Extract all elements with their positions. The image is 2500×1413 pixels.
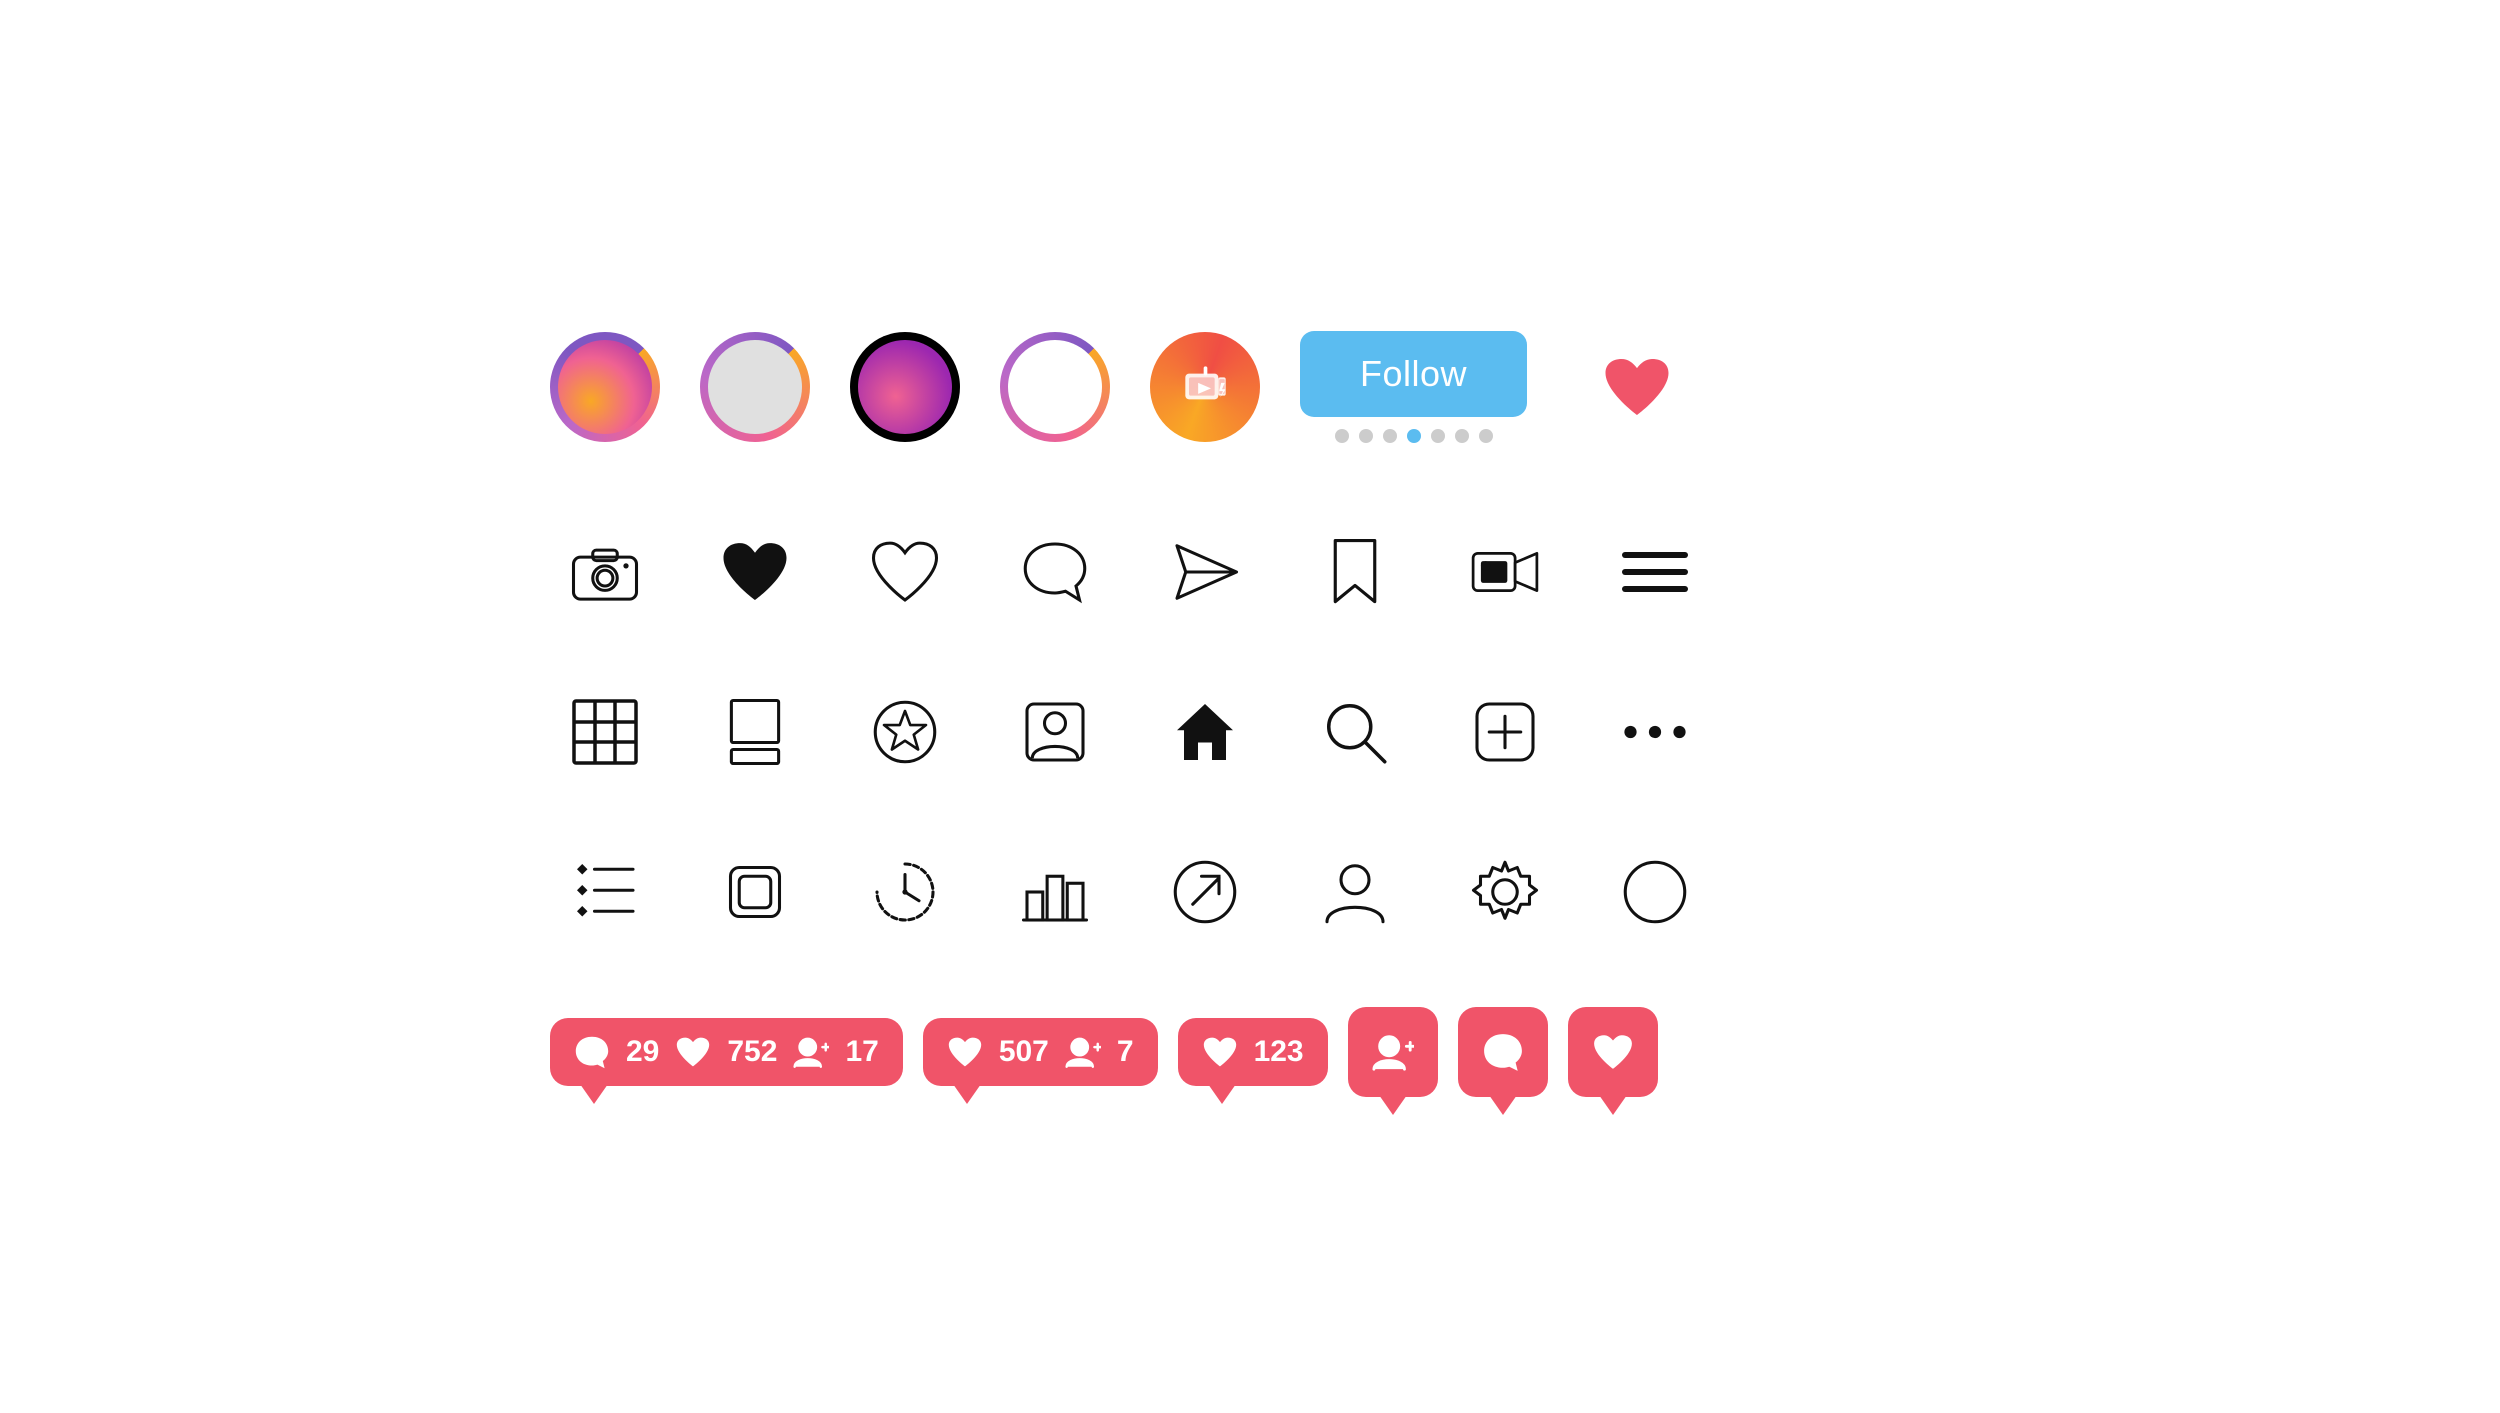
profile-icon[interactable] xyxy=(1000,677,1110,787)
like-badge-icon xyxy=(675,1034,711,1070)
story-circle-2[interactable] xyxy=(700,332,810,442)
dot-2[interactable] xyxy=(1359,429,1373,443)
follow-badge-icon-2 xyxy=(1065,1034,1101,1070)
notif-single-comment[interactable] xyxy=(1458,1007,1548,1097)
heart-outline-icon[interactable] xyxy=(850,517,960,627)
chart-icon[interactable] xyxy=(1000,837,1110,947)
external-link-icon[interactable] xyxy=(1150,837,1260,947)
like-count-1: 752 xyxy=(727,1035,777,1069)
notif-single-follow[interactable] xyxy=(1348,1007,1438,1097)
icon-row-4 xyxy=(550,827,1950,957)
send-icon[interactable] xyxy=(1150,517,1260,627)
like-count-3: 123 xyxy=(1254,1035,1304,1069)
screen-record-icon[interactable] xyxy=(700,837,810,947)
follow-count-1: 17 xyxy=(845,1035,878,1069)
igtv-icon[interactable] xyxy=(1150,332,1260,442)
star-circle-icon[interactable] xyxy=(850,677,960,787)
pagination-dots xyxy=(1335,429,1493,443)
video-camera-icon[interactable] xyxy=(1450,517,1560,627)
icon-row-3 xyxy=(550,667,1950,797)
notif-badge-combined-1[interactable]: 29 752 17 xyxy=(550,1018,903,1086)
notif-badge-like[interactable]: 123 xyxy=(1178,1018,1328,1086)
search-icon[interactable] xyxy=(1300,677,1410,787)
dot-4[interactable] xyxy=(1407,429,1421,443)
grid-icon[interactable] xyxy=(550,677,660,787)
follow-badge-icon xyxy=(793,1034,829,1070)
comment-icon[interactable] xyxy=(1000,517,1110,627)
icon-row-2 xyxy=(550,507,1950,637)
like-badge-icon-2 xyxy=(947,1034,983,1070)
main-container: Follow xyxy=(550,297,1950,1117)
bookmark-icon[interactable] xyxy=(1300,517,1410,627)
follow-section: Follow xyxy=(1300,331,1527,443)
add-icon[interactable] xyxy=(1450,677,1560,787)
comment-badge-icon xyxy=(574,1034,610,1070)
heart-filled-icon[interactable] xyxy=(700,517,810,627)
story-circle-3[interactable] xyxy=(850,332,960,442)
notif-badge-combined-2[interactable]: 507 7 xyxy=(923,1018,1158,1086)
dot-5[interactable] xyxy=(1431,429,1445,443)
menu-icon[interactable] xyxy=(1600,517,1710,627)
settings-icon[interactable] xyxy=(1450,837,1560,947)
home-icon[interactable] xyxy=(1150,677,1260,787)
clock-icon[interactable] xyxy=(850,837,960,947)
comment-count: 29 xyxy=(626,1035,659,1069)
dot-1[interactable] xyxy=(1335,429,1349,443)
notif-single-like[interactable] xyxy=(1568,1007,1658,1097)
dot-6[interactable] xyxy=(1455,429,1469,443)
layout-icon[interactable] xyxy=(700,677,810,787)
row-stories: Follow xyxy=(550,297,1950,477)
story-circle-1[interactable] xyxy=(550,332,660,442)
big-heart-icon xyxy=(1567,317,1707,457)
like-count-2: 507 xyxy=(999,1035,1049,1069)
like-badge-icon-3 xyxy=(1202,1034,1238,1070)
notification-row: 29 752 17 xyxy=(550,987,1950,1117)
dot-7[interactable] xyxy=(1479,429,1493,443)
story-circle-4[interactable] xyxy=(1000,332,1110,442)
follow-button[interactable]: Follow xyxy=(1300,331,1527,417)
more-icon[interactable] xyxy=(1600,677,1710,787)
circle-icon xyxy=(1600,837,1710,947)
dot-3[interactable] xyxy=(1383,429,1397,443)
user-icon[interactable] xyxy=(1300,837,1410,947)
camera-icon[interactable] xyxy=(550,517,660,627)
follow-count-2: 7 xyxy=(1117,1035,1134,1069)
activity-icon[interactable] xyxy=(550,837,660,947)
